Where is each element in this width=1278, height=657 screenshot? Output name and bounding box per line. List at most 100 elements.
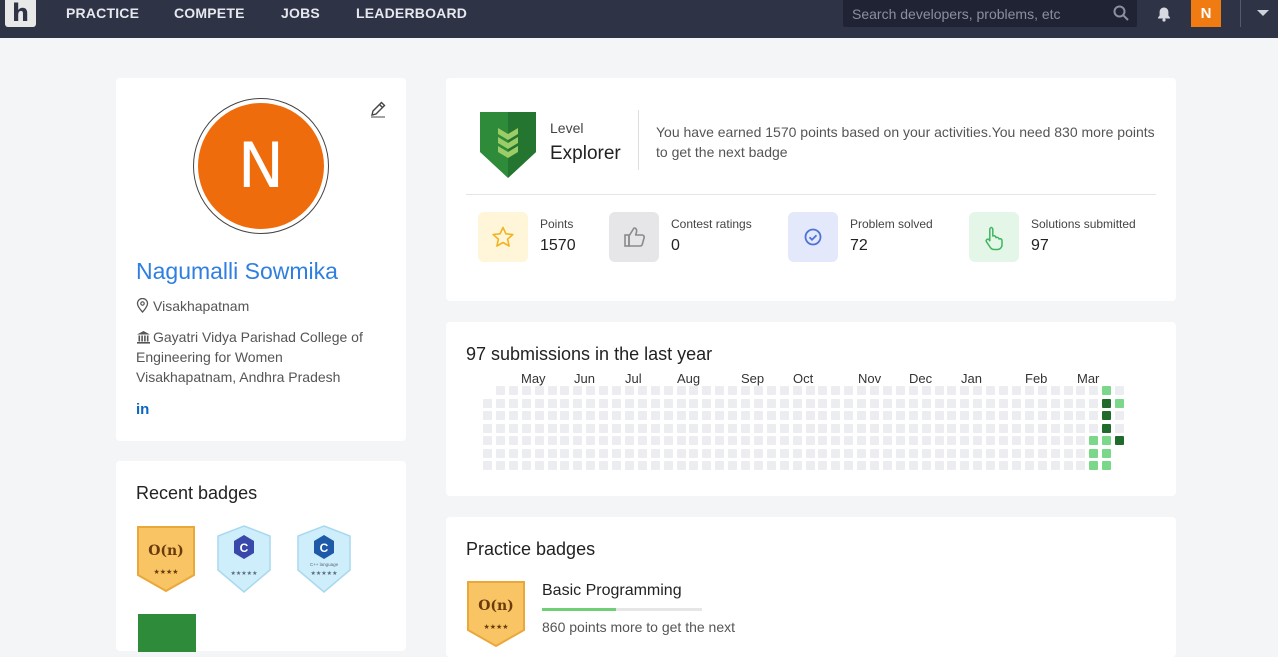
heatmap-cell[interactable] — [921, 411, 931, 420]
heatmap-cell[interactable] — [1011, 423, 1021, 433]
heatmap-cell[interactable] — [960, 461, 970, 470]
hackerearth-logo[interactable]: h — [5, 0, 36, 27]
heatmap-cell[interactable] — [534, 398, 544, 408]
heatmap-cell[interactable] — [921, 398, 931, 408]
heatmap-cell[interactable] — [1076, 423, 1086, 433]
heatmap-cell[interactable] — [934, 448, 944, 458]
heatmap-cell[interactable] — [637, 448, 647, 458]
heatmap-cell[interactable] — [1102, 386, 1112, 395]
heatmap-cell[interactable] — [999, 423, 1008, 433]
heatmap-cell[interactable] — [560, 461, 570, 470]
heatmap-cell[interactable] — [973, 386, 983, 395]
heatmap-cell[interactable] — [934, 386, 944, 395]
heatmap-cell[interactable] — [1024, 423, 1034, 433]
heatmap-cell[interactable] — [741, 386, 750, 395]
heatmap-cell[interactable] — [534, 423, 544, 433]
heatmap-cell[interactable] — [599, 423, 609, 433]
heatmap-cell[interactable] — [818, 398, 828, 408]
heatmap-cell[interactable] — [1024, 386, 1034, 395]
heatmap-cell[interactable] — [624, 423, 634, 433]
heatmap-cell[interactable] — [831, 461, 841, 470]
heatmap-cell[interactable] — [508, 461, 518, 470]
heatmap-cell[interactable] — [663, 398, 673, 408]
heatmap-cell[interactable] — [715, 398, 725, 408]
heatmap-cell[interactable] — [586, 461, 596, 470]
bell-icon[interactable] — [1156, 6, 1172, 22]
heatmap-cell[interactable] — [573, 448, 583, 458]
heatmap-cell[interactable] — [495, 386, 505, 395]
heatmap-cell[interactable] — [960, 423, 970, 433]
heatmap-cell[interactable] — [908, 436, 918, 445]
heatmap-cell[interactable] — [753, 461, 763, 470]
heatmap-cell[interactable] — [986, 423, 996, 433]
heatmap-cell[interactable] — [599, 436, 609, 445]
heatmap-cell[interactable] — [1050, 411, 1060, 420]
heatmap-cell[interactable] — [1024, 436, 1034, 445]
heatmap-cell[interactable] — [612, 461, 621, 470]
heatmap-cell[interactable] — [960, 386, 970, 395]
heatmap-cell[interactable] — [818, 461, 828, 470]
heatmap-cell[interactable] — [973, 461, 983, 470]
heatmap-cell[interactable] — [1076, 461, 1086, 470]
heatmap-cell[interactable] — [1024, 411, 1034, 420]
heatmap-cell[interactable] — [973, 436, 983, 445]
edit-pencil-icon[interactable] — [369, 100, 387, 118]
heatmap-cell[interactable] — [521, 436, 531, 445]
heatmap-cell[interactable] — [960, 411, 970, 420]
heatmap-cell[interactable] — [650, 461, 660, 470]
heatmap-cell[interactable] — [973, 448, 983, 458]
heatmap-cell[interactable] — [560, 436, 570, 445]
heatmap-cell[interactable] — [573, 398, 583, 408]
heatmap-cell[interactable] — [573, 386, 583, 395]
heatmap-cell[interactable] — [676, 386, 686, 395]
heatmap-cell[interactable] — [831, 448, 841, 458]
heatmap-cell[interactable] — [857, 386, 867, 395]
search-input[interactable] — [843, 0, 1103, 27]
heatmap-cell[interactable] — [1063, 461, 1073, 470]
heatmap-cell[interactable] — [1024, 398, 1034, 408]
heatmap-cell[interactable] — [728, 411, 738, 420]
heatmap-cell[interactable] — [1024, 448, 1034, 458]
heatmap-cell[interactable] — [1076, 411, 1086, 420]
heatmap-cell[interactable] — [908, 448, 918, 458]
heatmap-cell[interactable] — [1037, 386, 1047, 395]
heatmap-cell[interactable] — [560, 423, 570, 433]
heatmap-cell[interactable] — [560, 448, 570, 458]
heatmap-cell[interactable] — [805, 411, 815, 420]
heatmap-cell[interactable] — [960, 398, 970, 408]
heatmap-cell[interactable] — [702, 461, 712, 470]
heatmap-cell[interactable] — [1102, 423, 1112, 433]
heatmap-cell[interactable] — [805, 386, 815, 395]
heatmap-cell[interactable] — [947, 448, 957, 458]
heatmap-cell[interactable] — [895, 386, 905, 395]
heatmap-cell[interactable] — [637, 436, 647, 445]
heatmap-cell[interactable] — [1089, 398, 1099, 408]
heatmap-cell[interactable] — [1011, 461, 1021, 470]
heatmap-cell[interactable] — [895, 423, 905, 433]
heatmap-cell[interactable] — [766, 461, 776, 470]
heatmap-cell[interactable] — [960, 436, 970, 445]
heatmap-cell[interactable] — [895, 448, 905, 458]
heatmap-cell[interactable] — [702, 398, 712, 408]
heatmap-cell[interactable] — [483, 411, 492, 420]
heatmap-cell[interactable] — [715, 448, 725, 458]
heatmap-cell[interactable] — [1115, 386, 1125, 395]
badge-green-icon[interactable] — [136, 612, 198, 652]
heatmap-cell[interactable] — [895, 461, 905, 470]
heatmap-cell[interactable] — [870, 448, 879, 458]
heatmap-cell[interactable] — [831, 398, 841, 408]
heatmap-cell[interactable] — [973, 423, 983, 433]
heatmap-cell[interactable] — [728, 398, 738, 408]
heatmap-cell[interactable] — [908, 386, 918, 395]
heatmap-cell[interactable] — [870, 398, 879, 408]
heatmap-cell[interactable] — [637, 398, 647, 408]
heatmap-cell[interactable] — [779, 398, 789, 408]
heatmap-cell[interactable] — [483, 461, 492, 470]
heatmap-cell[interactable] — [1115, 398, 1125, 408]
heatmap-cell[interactable] — [831, 386, 841, 395]
heatmap-cell[interactable] — [612, 448, 621, 458]
heatmap-cell[interactable] — [792, 398, 802, 408]
heatmap-cell[interactable] — [1050, 423, 1060, 433]
heatmap-cell[interactable] — [779, 448, 789, 458]
heatmap-cell[interactable] — [908, 461, 918, 470]
